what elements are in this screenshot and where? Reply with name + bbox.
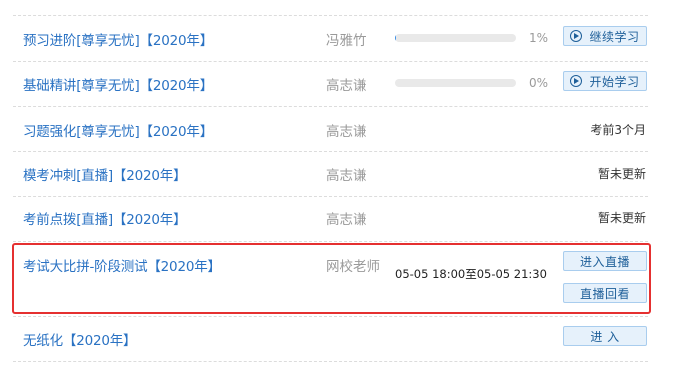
- progress-bar: [395, 34, 516, 42]
- button-label: 进 入: [590, 329, 620, 344]
- course-title-link[interactable]: 模考冲刺[直播]【2020年】: [23, 164, 187, 184]
- teacher-name: 高志谦: [326, 78, 367, 94]
- course-row: 预习进阶[尊享无忧]【2020年】 冯雅竹 1% 继续学习: [0, 16, 679, 61]
- course-row: 习题强化[尊享无忧]【2020年】 高志谦 考前3个月: [0, 106, 679, 151]
- enter-button[interactable]: 进 入: [563, 326, 647, 346]
- teacher-name: 高志谦: [326, 124, 367, 140]
- progress-percent: 1%: [528, 31, 548, 45]
- course-title-link[interactable]: 无纸化【2020年】: [23, 329, 137, 349]
- course-title-link[interactable]: 预习进阶[尊享无忧]【2020年】: [23, 29, 213, 49]
- teacher-name: 高志谦: [326, 212, 367, 228]
- course-status: 暂未更新: [597, 211, 646, 225]
- start-study-button[interactable]: 开始学习: [563, 71, 647, 91]
- course-title-link[interactable]: 基础精讲[尊享无忧]【2020年】: [23, 74, 213, 94]
- course-row: 无纸化【2020年】 进 入: [0, 316, 679, 361]
- progress-bar: [395, 79, 516, 87]
- course-row: 模考冲刺[直播]【2020年】 高志谦 暂未更新: [0, 151, 679, 196]
- course-status: 考前3个月: [590, 123, 646, 137]
- teacher-name: 冯雅竹: [326, 33, 367, 49]
- course-title-link[interactable]: 习题强化[尊享无忧]【2020年】: [23, 120, 213, 140]
- button-label: 开始学习: [589, 74, 640, 89]
- course-status: 暂未更新: [597, 167, 646, 181]
- course-row: 考前点拨[直播]【2020年】 高志谦 暂未更新: [0, 196, 679, 241]
- play-circle-icon: [570, 30, 583, 42]
- progress-percent: 0%: [528, 76, 548, 90]
- course-list: 预习进阶[尊享无忧]【2020年】 冯雅竹 1% 继续学习 基础精讲[尊享无忧]…: [0, 0, 679, 373]
- teacher-name: 高志谦: [326, 168, 367, 184]
- course-row: 基础精讲[尊享无忧]【2020年】 高志谦 0% 开始学习: [0, 61, 679, 106]
- progress-fill: [395, 34, 397, 42]
- course-title-link[interactable]: 考前点拨[直播]【2020年】: [23, 208, 187, 228]
- row-divider: [13, 361, 648, 362]
- button-label: 继续学习: [589, 29, 640, 44]
- play-circle-icon: [570, 75, 583, 87]
- highlight-box: [12, 243, 651, 314]
- continue-study-button[interactable]: 继续学习: [563, 26, 647, 46]
